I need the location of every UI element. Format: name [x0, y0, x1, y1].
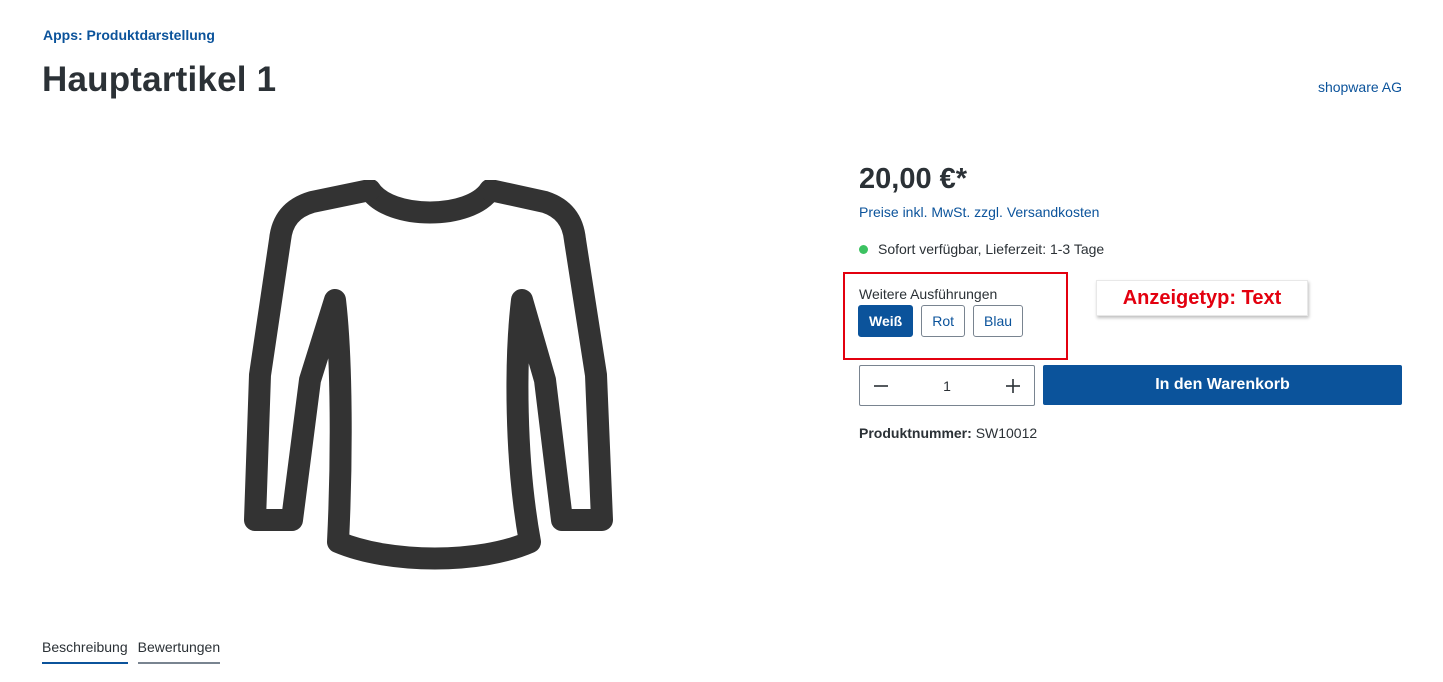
product-number: Produktnummer: SW10012	[859, 425, 1037, 441]
delivery-text: Sofort verfügbar, Lieferzeit: 1-3 Tage	[878, 241, 1105, 257]
availability-dot-icon	[859, 244, 868, 254]
variant-option-blau[interactable]: Blau	[973, 305, 1024, 337]
quantity-increase-button[interactable]	[992, 366, 1034, 405]
product-price: 20,00 €*	[859, 163, 968, 195]
product-image[interactable]	[240, 179, 620, 572]
breadcrumb-link[interactable]: Apps: Produktdarstellung	[43, 27, 215, 43]
product-tabs: Beschreibung Bewertungen	[42, 639, 221, 664]
quantity-stepper: 1	[859, 365, 1035, 406]
plus-icon	[1006, 378, 1020, 393]
variant-options: Weiß Rot Blau	[858, 305, 1024, 337]
minus-icon	[874, 384, 888, 387]
quantity-decrease-button[interactable]	[860, 366, 902, 405]
variant-option-rot[interactable]: Rot	[921, 305, 965, 337]
add-to-cart-button[interactable]: In den Warenkorb	[1043, 365, 1402, 405]
quantity-value[interactable]: 1	[902, 378, 992, 394]
long-sleeve-shirt-icon	[244, 179, 613, 570]
variant-group-label: Weitere Ausführungen	[859, 286, 998, 302]
product-number-label: Produktnummer:	[859, 425, 972, 441]
display-type-annotation: Anzeigetyp: Text	[1096, 280, 1308, 316]
tab-bewertungen[interactable]: Bewertungen	[137, 639, 221, 664]
tab-beschreibung[interactable]: Beschreibung	[42, 639, 128, 664]
variant-option-weiss[interactable]: Weiß	[858, 305, 914, 337]
product-number-value: SW10012	[975, 425, 1038, 441]
manufacturer-link[interactable]: shopware AG	[1318, 79, 1402, 95]
product-title: Hauptartikel 1	[42, 60, 277, 99]
tax-shipping-link[interactable]: Preise inkl. MwSt. zzgl. Versandkosten	[859, 204, 1099, 220]
delivery-info: Sofort verfügbar, Lieferzeit: 1-3 Tage	[859, 241, 1104, 257]
